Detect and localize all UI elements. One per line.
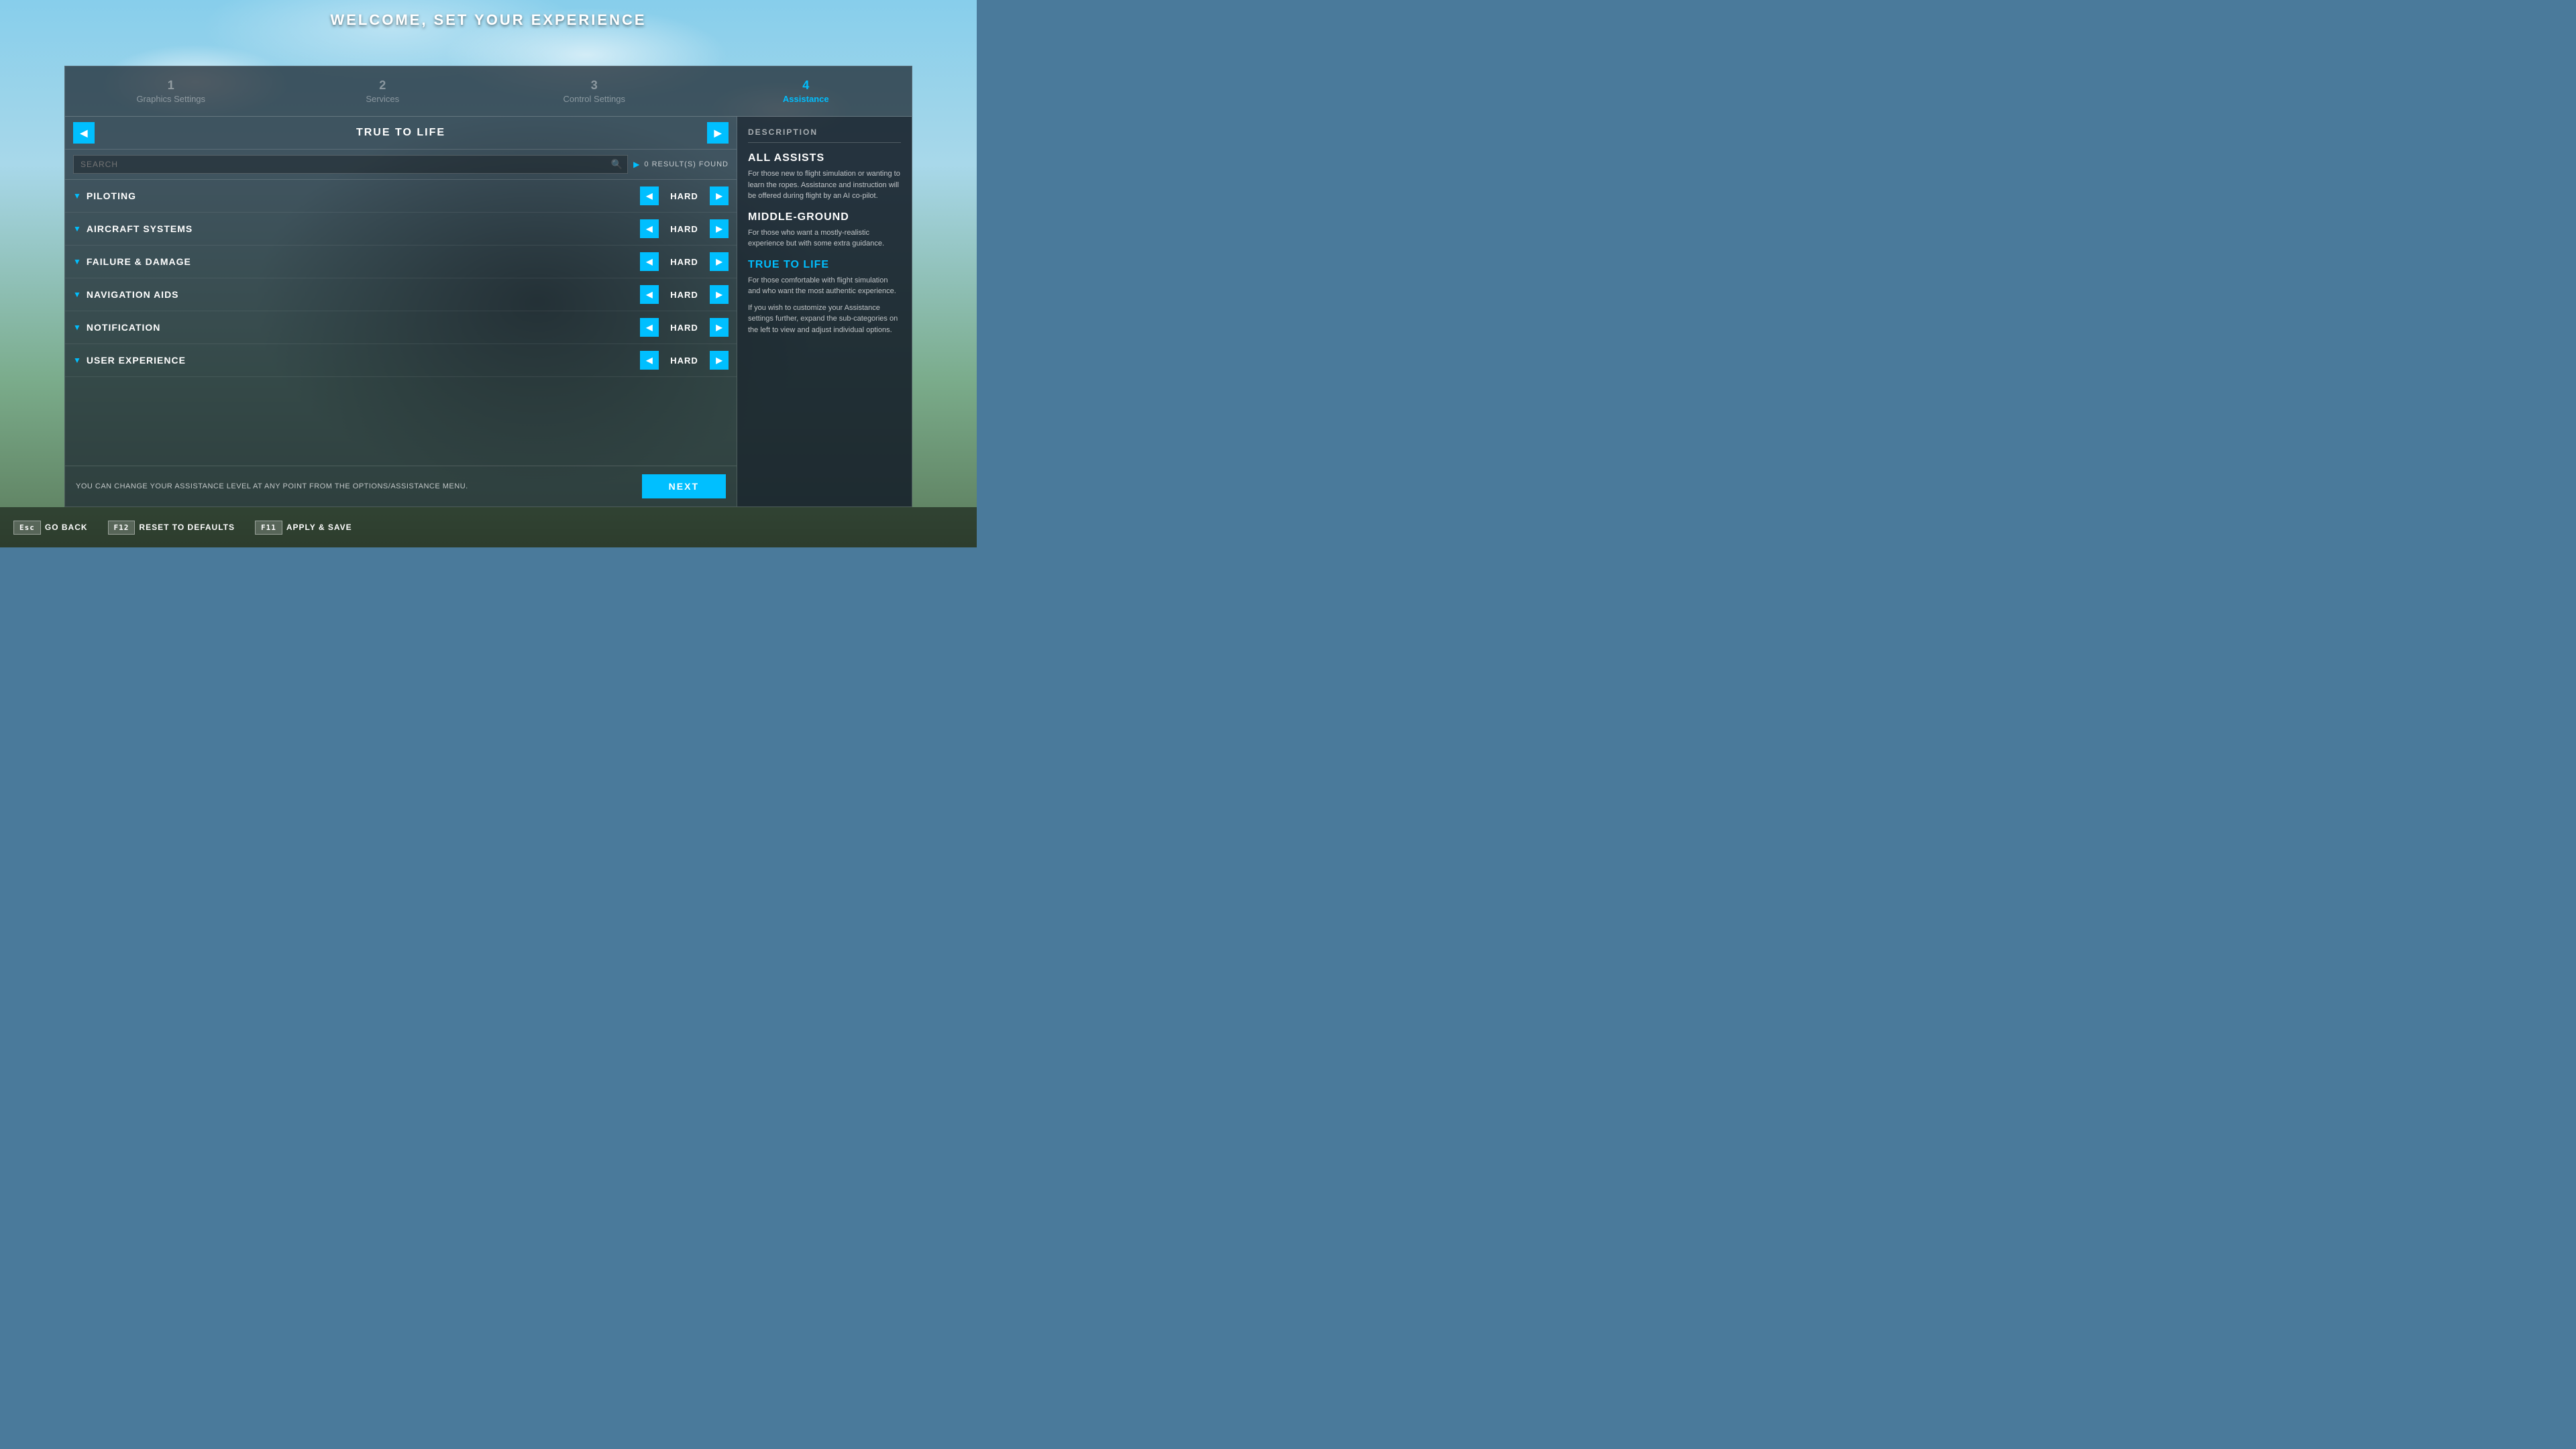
cat-controls: ◀ HARD ▶: [640, 351, 729, 370]
title-bar: WELCOME, SET YOUR EXPERIENCE: [0, 0, 977, 40]
category-row[interactable]: ▼ NAVIGATION AIDS ◀ HARD ▶: [65, 278, 737, 311]
results-text: 0 RESULT(S) FOUND: [644, 160, 729, 168]
category-row[interactable]: ▼ USER EXPERIENCE ◀ HARD ▶: [65, 344, 737, 377]
cat-controls: ◀ HARD ▶: [640, 186, 729, 205]
f12-key: F12: [108, 521, 136, 535]
cat-next-button-3[interactable]: ▶: [710, 285, 729, 304]
cat-prev-button-1[interactable]: ◀: [640, 219, 659, 238]
cat-controls: ◀ HARD ▶: [640, 219, 729, 238]
cat-next-button-0[interactable]: ▶: [710, 186, 729, 205]
description-panel: DESCRIPTION ALL ASSISTS For those new to…: [737, 117, 912, 506]
preset-next-button[interactable]: ▶: [707, 122, 729, 144]
desc-middle-ground-text: For those who want a mostly-realistic ex…: [748, 227, 901, 250]
desc-middle-ground-title: MIDDLE-GROUND: [748, 211, 901, 223]
category-row[interactable]: ▼ NOTIFICATION ◀ HARD ▶: [65, 311, 737, 344]
step-1[interactable]: 1 Graphics Settings: [65, 73, 277, 109]
cat-value-1: HARD: [664, 224, 704, 234]
bottom-bar: Esc GO BACK F12 RESET TO DEFAULTS F11 AP…: [0, 507, 977, 547]
preset-prev-button[interactable]: ◀: [73, 122, 95, 144]
search-icon: 🔍: [611, 159, 623, 170]
esc-key: Esc: [13, 521, 41, 535]
cat-controls: ◀ HARD ▶: [640, 252, 729, 271]
search-input[interactable]: [73, 155, 628, 174]
content-area: ◀ TRUE TO LIFE ▶ 🔍 ▶ 0 RESULT(S) FOUND ▼: [65, 117, 912, 506]
cat-next-button-5[interactable]: ▶: [710, 351, 729, 370]
cat-next-button-1[interactable]: ▶: [710, 219, 729, 238]
cat-value-0: HARD: [664, 191, 704, 201]
category-name: FAILURE & DAMAGE: [87, 256, 640, 267]
results-arrow-icon: ▶: [633, 160, 640, 169]
step-3[interactable]: 3 Control Settings: [488, 73, 700, 109]
desc-all-assists-title: ALL ASSISTS: [748, 152, 901, 164]
category-name: AIRCRAFT SYSTEMS: [87, 223, 640, 234]
chevron-icon: ▼: [73, 191, 81, 201]
cat-prev-button-5[interactable]: ◀: [640, 351, 659, 370]
apply-label: APPLY & SAVE: [286, 523, 352, 532]
category-list: ▼ PILOTING ◀ HARD ▶ ▼ AIRCRAFT SYSTEMS ◀…: [65, 180, 737, 466]
category-name: PILOTING: [87, 191, 640, 201]
cat-prev-button-4[interactable]: ◀: [640, 318, 659, 337]
next-button[interactable]: NEXT: [642, 474, 726, 498]
apply-shortcut[interactable]: F11 APPLY & SAVE: [255, 521, 352, 535]
steps-bar: 1 Graphics Settings 2 Services 3 Control…: [65, 66, 912, 117]
desc-true-to-life-title: TRUE TO LIFE: [748, 259, 901, 271]
step-4[interactable]: 4 Assistance: [700, 73, 912, 109]
category-row[interactable]: ▼ AIRCRAFT SYSTEMS ◀ HARD ▶: [65, 213, 737, 246]
cat-value-3: HARD: [664, 290, 704, 300]
main-dialog: 1 Graphics Settings 2 Services 3 Control…: [64, 66, 912, 507]
cat-prev-button-0[interactable]: ◀: [640, 186, 659, 205]
desc-extra-text: If you wish to customize your Assistance…: [748, 303, 901, 336]
bottom-note-bar: YOU CAN CHANGE YOUR ASSISTANCE LEVEL AT …: [65, 466, 737, 506]
category-row[interactable]: ▼ FAILURE & DAMAGE ◀ HARD ▶: [65, 246, 737, 278]
reset-label: RESET TO DEFAULTS: [139, 523, 235, 532]
bottom-note-text: YOU CAN CHANGE YOUR ASSISTANCE LEVEL AT …: [76, 482, 468, 490]
page-title: WELCOME, SET YOUR EXPERIENCE: [330, 11, 646, 29]
f11-key: F11: [255, 521, 282, 535]
reset-shortcut[interactable]: F12 RESET TO DEFAULTS: [108, 521, 235, 535]
step-2[interactable]: 2 Services: [277, 73, 489, 109]
category-name: USER EXPERIENCE: [87, 355, 640, 366]
go-back-shortcut[interactable]: Esc GO BACK: [13, 521, 88, 535]
results-info: ▶ 0 RESULT(S) FOUND: [633, 160, 729, 169]
cat-controls: ◀ HARD ▶: [640, 318, 729, 337]
chevron-icon: ▼: [73, 323, 81, 332]
cat-next-button-2[interactable]: ▶: [710, 252, 729, 271]
cat-next-button-4[interactable]: ▶: [710, 318, 729, 337]
search-input-wrap: 🔍: [73, 155, 628, 174]
preset-title: TRUE TO LIFE: [95, 127, 707, 139]
preset-bar: ◀ TRUE TO LIFE ▶: [65, 117, 737, 150]
cat-value-2: HARD: [664, 257, 704, 267]
chevron-icon: ▼: [73, 356, 81, 365]
cat-value-4: HARD: [664, 323, 704, 333]
category-name: NAVIGATION AIDS: [87, 289, 640, 300]
chevron-icon: ▼: [73, 224, 81, 233]
cat-controls: ◀ HARD ▶: [640, 285, 729, 304]
cat-value-5: HARD: [664, 356, 704, 366]
go-back-label: GO BACK: [45, 523, 88, 532]
search-bar: 🔍 ▶ 0 RESULT(S) FOUND: [65, 150, 737, 180]
desc-true-to-life-text: For those comfortable with flight simula…: [748, 275, 901, 297]
description-title: DESCRIPTION: [748, 127, 901, 143]
desc-all-assists-text: For those new to flight simulation or wa…: [748, 168, 901, 202]
category-name: NOTIFICATION: [87, 322, 640, 333]
chevron-icon: ▼: [73, 290, 81, 299]
cat-prev-button-2[interactable]: ◀: [640, 252, 659, 271]
left-panel: ◀ TRUE TO LIFE ▶ 🔍 ▶ 0 RESULT(S) FOUND ▼: [65, 117, 737, 506]
cat-prev-button-3[interactable]: ◀: [640, 285, 659, 304]
chevron-icon: ▼: [73, 257, 81, 266]
category-row[interactable]: ▼ PILOTING ◀ HARD ▶: [65, 180, 737, 213]
